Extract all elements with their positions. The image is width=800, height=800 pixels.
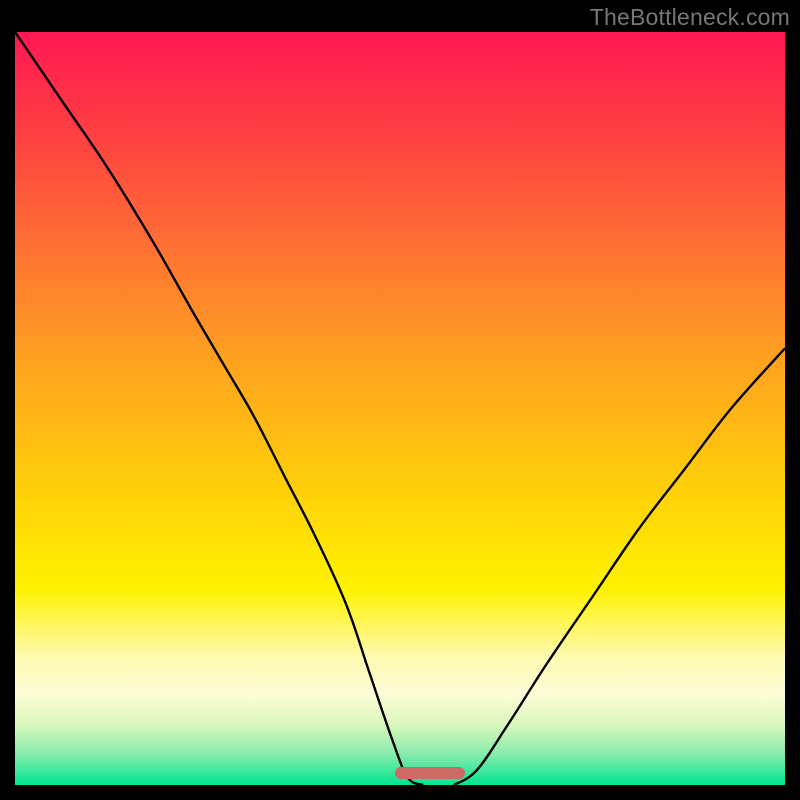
watermark-text: TheBottleneck.com [590,4,790,31]
chart-frame [15,32,785,785]
curve-left-branch [15,32,423,785]
minimum-marker [395,767,465,779]
bottleneck-curve [15,32,785,785]
curve-right-branch [454,348,785,785]
